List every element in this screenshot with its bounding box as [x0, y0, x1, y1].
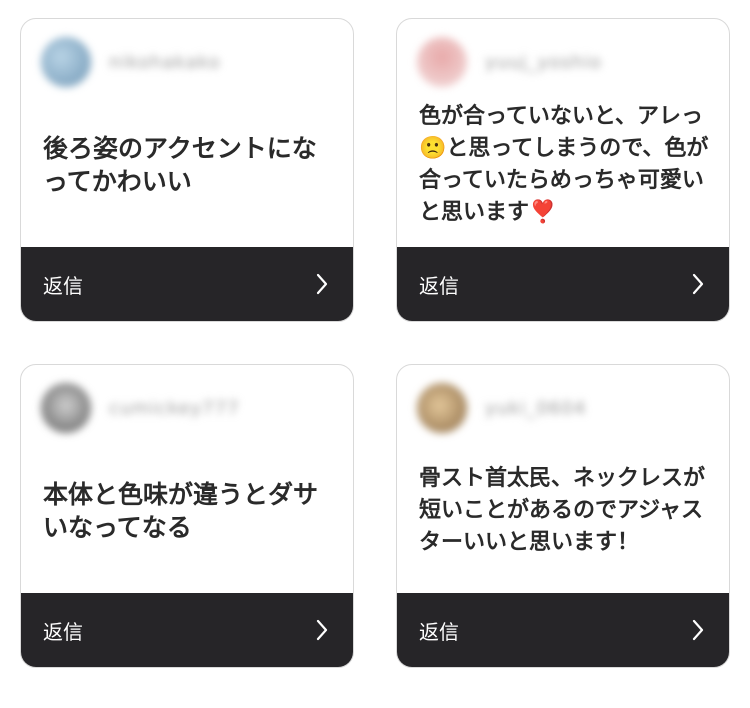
chevron-right-icon	[691, 273, 705, 295]
reply-button[interactable]: 返信	[397, 247, 729, 321]
username[interactable]: cumickey777	[109, 398, 240, 419]
reply-label: 返信	[419, 273, 459, 298]
comment-text: 後ろ姿のアクセントになってかわいい	[43, 134, 317, 196]
reply-button[interactable]: 返信	[21, 593, 353, 667]
avatar[interactable]	[417, 383, 467, 433]
comment-card: yuuj_yoshio 色が合っていないと、アレっ🙁と思ってしまうので、色が合っ…	[396, 18, 730, 322]
chevron-right-icon	[315, 273, 329, 295]
username[interactable]: nikohakako	[109, 52, 221, 73]
chevron-right-icon	[691, 619, 705, 641]
comment-card: nikohakako 後ろ姿のアクセントになってかわいい 返信	[20, 18, 354, 322]
reply-button[interactable]: 返信	[397, 593, 729, 667]
user-row: yuki_0604	[417, 383, 586, 433]
reply-label: 返信	[43, 273, 83, 298]
avatar[interactable]	[41, 383, 91, 433]
comment-text: 色が合っていないと、アレっ🙁と思ってしまうので、色が合っていたらめっちゃ可愛いと…	[419, 104, 709, 225]
comment-text: 骨スト首太民、ネックレスが短いことがあるのでアジャスターいいと思います！	[419, 466, 706, 555]
chevron-right-icon	[315, 619, 329, 641]
user-row: nikohakako	[41, 37, 221, 87]
comment-text: 本体と色味が違うとダサいなってなる	[43, 480, 319, 542]
user-row: yuuj_yoshio	[417, 37, 602, 87]
user-row: cumickey777	[41, 383, 240, 433]
reply-button[interactable]: 返信	[21, 247, 353, 321]
comment-card: yuki_0604 骨スト首太民、ネックレスが短いことがあるのでアジャスターいい…	[396, 364, 730, 668]
username[interactable]: yuki_0604	[485, 398, 586, 419]
avatar[interactable]	[41, 37, 91, 87]
avatar[interactable]	[417, 37, 467, 87]
comment-card: cumickey777 本体と色味が違うとダサいなってなる 返信	[20, 364, 354, 668]
reply-label: 返信	[419, 619, 459, 644]
username[interactable]: yuuj_yoshio	[485, 52, 602, 73]
reply-label: 返信	[43, 619, 83, 644]
